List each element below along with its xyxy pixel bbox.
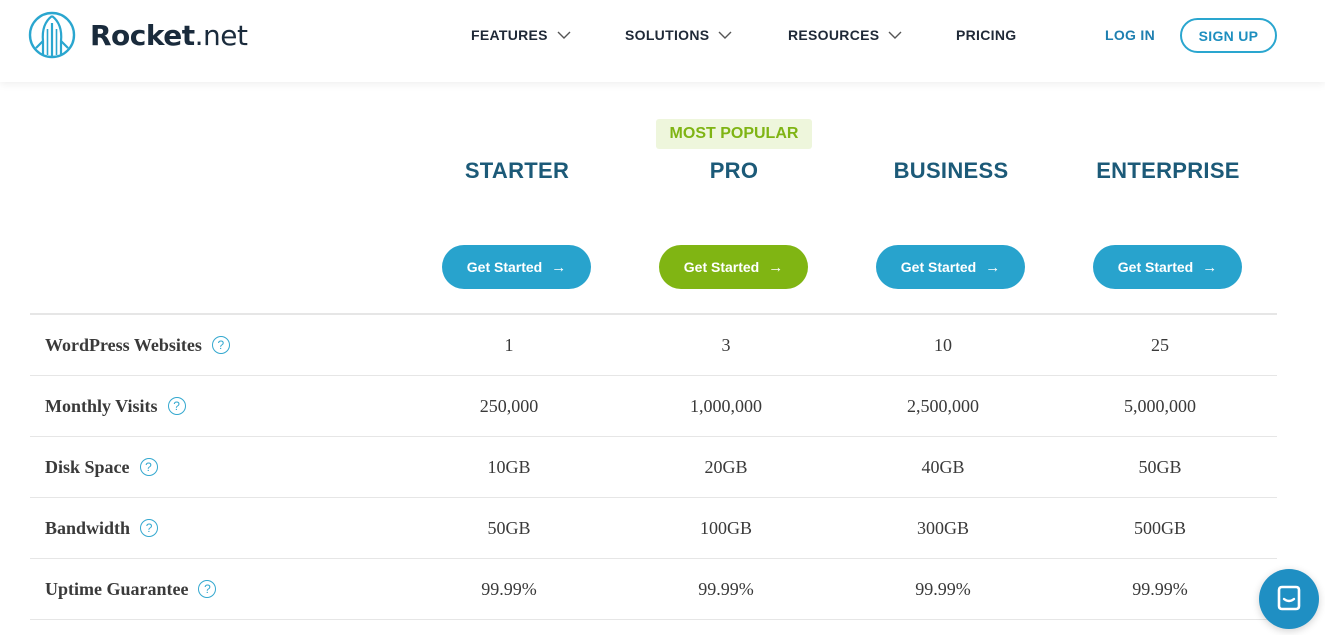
most-popular-badge: MOST POPULAR bbox=[656, 119, 812, 149]
arrow-right-icon: → bbox=[768, 258, 784, 276]
cell-business: 300GB bbox=[916, 517, 969, 538]
cta-label: Get Started bbox=[900, 259, 977, 275]
table-row: Bandwidth ? 50GB 100GB 300GB 500GB bbox=[30, 498, 1277, 559]
cell-starter: 10GB bbox=[487, 456, 531, 477]
get-started-button-pro[interactable]: Get Started → bbox=[659, 245, 808, 289]
chat-bubble-icon bbox=[1277, 585, 1301, 611]
cell-pro: 20GB bbox=[704, 456, 748, 477]
question-circle-icon[interactable]: ? bbox=[140, 519, 159, 537]
site-header: Rocket.net FEATURES SOLUTIONS RESOURCES … bbox=[0, 0, 1325, 82]
cell-starter: 1 bbox=[504, 334, 514, 355]
get-started-button-enterprise[interactable]: Get Started → bbox=[1093, 245, 1242, 289]
cta-label: Get Started bbox=[466, 259, 543, 275]
nav-solutions-label: SOLUTIONS bbox=[625, 27, 710, 43]
rocket-logo-icon bbox=[28, 11, 76, 59]
nav-pricing[interactable]: PRICING bbox=[956, 0, 1016, 70]
get-started-button-starter[interactable]: Get Started → bbox=[442, 245, 591, 289]
nav-features-label: FEATURES bbox=[471, 27, 548, 43]
cell-business: 2,500,000 bbox=[907, 395, 979, 416]
row-label: WordPress Websites ? bbox=[45, 315, 230, 375]
plan-title-starter: STARTER bbox=[464, 158, 570, 183]
row-label: Bandwidth ? bbox=[45, 498, 159, 558]
question-circle-icon[interactable]: ? bbox=[211, 336, 230, 354]
cell-enterprise: 5,000,000 bbox=[1124, 395, 1196, 416]
cta-label: Get Started bbox=[1117, 259, 1194, 275]
row-label-text: Uptime Guarantee bbox=[45, 578, 189, 599]
row-label-text: Monthly Visits bbox=[45, 395, 158, 416]
chevron-down-icon bbox=[718, 31, 732, 39]
table-row: Monthly Visits ? 250,000 1,000,000 2,500… bbox=[30, 376, 1277, 437]
cell-enterprise: 25 bbox=[1151, 334, 1169, 355]
row-label: Disk Space ? bbox=[45, 437, 158, 497]
cell-pro: 3 bbox=[721, 334, 731, 355]
chevron-down-icon bbox=[888, 31, 902, 39]
table-row: Uptime Guarantee ? 99.99% 99.99% 99.99% … bbox=[30, 559, 1277, 620]
cell-starter: 99.99% bbox=[481, 578, 537, 599]
question-circle-icon[interactable]: ? bbox=[198, 580, 217, 598]
cell-starter: 50GB bbox=[487, 517, 531, 538]
row-label: Uptime Guarantee ? bbox=[45, 559, 217, 619]
plan-comparison-table: WordPress Websites ? 1 3 10 25 Monthly V… bbox=[30, 313, 1277, 620]
cell-pro: 100GB bbox=[699, 517, 752, 538]
cell-business: 99.99% bbox=[915, 578, 971, 599]
cell-starter: 250,000 bbox=[479, 395, 539, 416]
nav-features[interactable]: FEATURES bbox=[471, 0, 571, 70]
nav-resources-label: RESOURCES bbox=[788, 27, 880, 43]
nav-solutions[interactable]: SOLUTIONS bbox=[625, 0, 732, 70]
chat-launcher-button[interactable] bbox=[1259, 569, 1319, 629]
cell-enterprise: 50GB bbox=[1138, 456, 1182, 477]
logo-link[interactable]: Rocket.net bbox=[28, 11, 248, 59]
row-label-text: Bandwidth bbox=[45, 517, 131, 538]
cell-enterprise: 500GB bbox=[1133, 517, 1186, 538]
question-circle-icon[interactable]: ? bbox=[139, 458, 158, 476]
table-row: WordPress Websites ? 1 3 10 25 bbox=[30, 315, 1277, 376]
plan-title-enterprise: ENTERPRISE bbox=[1096, 158, 1240, 183]
nav-pricing-label: PRICING bbox=[956, 27, 1017, 43]
plan-title-business: BUSINESS bbox=[893, 158, 1009, 183]
plan-title-pro: PRO bbox=[709, 158, 759, 183]
arrow-right-icon: → bbox=[985, 258, 1001, 276]
row-label: Monthly Visits ? bbox=[45, 376, 186, 436]
cell-business: 10 bbox=[934, 334, 952, 355]
arrow-right-icon: → bbox=[1202, 258, 1218, 276]
signup-button[interactable]: SIGN UP bbox=[1180, 18, 1277, 53]
cell-pro: 1,000,000 bbox=[690, 395, 762, 416]
table-row: Disk Space ? 10GB 20GB 40GB 50GB bbox=[30, 437, 1277, 498]
get-started-button-business[interactable]: Get Started → bbox=[876, 245, 1025, 289]
cta-label: Get Started bbox=[683, 259, 760, 275]
nav-resources[interactable]: RESOURCES bbox=[788, 0, 902, 70]
cell-business: 40GB bbox=[921, 456, 965, 477]
chevron-down-icon bbox=[557, 31, 571, 39]
cell-enterprise: 99.99% bbox=[1132, 578, 1188, 599]
row-label-text: Disk Space bbox=[45, 456, 130, 477]
brand-name: Rocket.net bbox=[90, 18, 248, 52]
row-label-text: WordPress Websites bbox=[45, 334, 202, 355]
arrow-right-icon: → bbox=[551, 258, 567, 276]
cell-pro: 99.99% bbox=[698, 578, 754, 599]
login-link[interactable]: LOG IN bbox=[1105, 0, 1155, 70]
question-circle-icon[interactable]: ? bbox=[167, 397, 186, 415]
